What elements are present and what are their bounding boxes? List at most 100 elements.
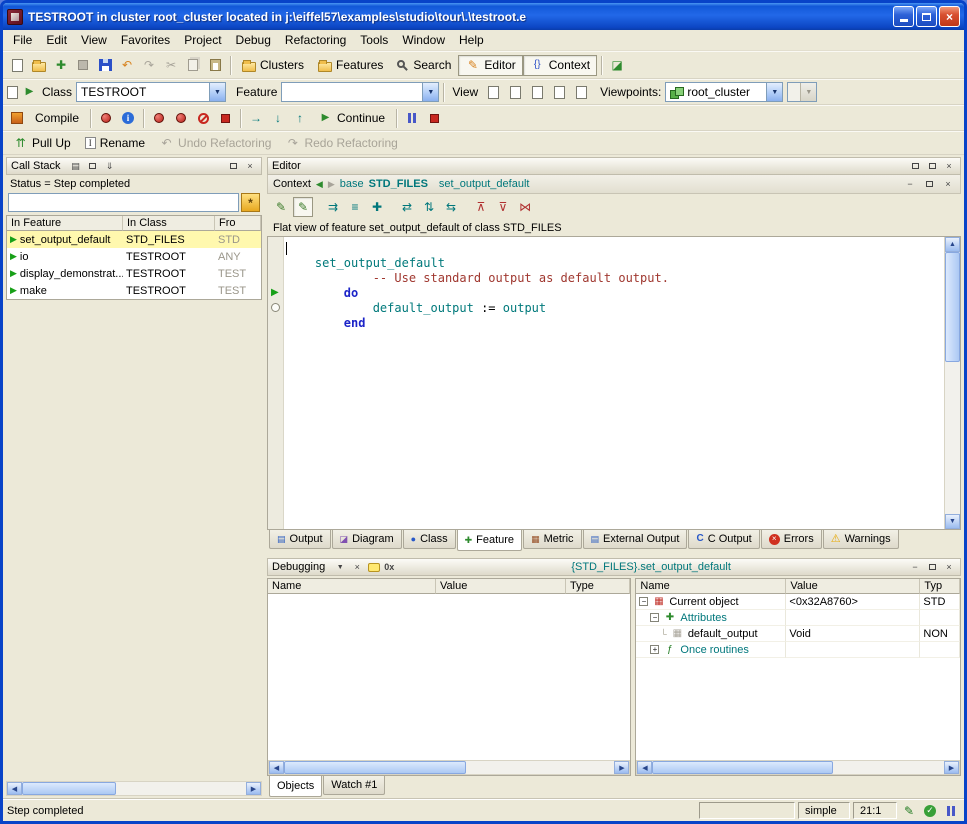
scroll-down-icon[interactable]: ▼ [945,514,960,529]
edit-flat-button[interactable]: ✎ [293,197,313,217]
melt-button[interactable] [6,108,28,129]
maximize-panel-icon[interactable] [925,160,939,173]
tab-output[interactable]: ▤Output [269,530,331,549]
scrollbar-track[interactable] [22,782,246,795]
breadcrumb-base[interactable]: base [340,178,364,190]
float-panel-icon[interactable] [86,160,100,173]
minimize-panel-icon[interactable]: − [908,561,922,574]
scrollbar-track[interactable] [284,761,614,774]
debug-run-button[interactable] [148,108,170,129]
minimize-button[interactable] [893,6,914,27]
menu-tools[interactable]: Tools [353,31,395,49]
save-call-stack-icon[interactable]: ▤ [69,160,83,173]
history-forward-icon[interactable]: ▶ [328,179,335,190]
undo-refactoring-button[interactable]: ↶ Undo Refactoring [152,133,278,154]
objects-hscrollbar[interactable]: ◀ ▶ [636,760,960,775]
tab-feature[interactable]: ✚Feature [457,530,522,551]
tree-row[interactable]: └▦default_output Void NON [636,626,960,642]
maximize-panel-icon[interactable] [922,178,936,191]
scroll-right-icon[interactable]: ▶ [246,782,261,795]
features-button[interactable]: Features [311,55,390,76]
menu-help[interactable]: Help [452,31,491,49]
scrollbar-thumb[interactable] [945,252,960,362]
table-row[interactable]: ▶io TESTROOT ANY [7,248,261,265]
breadcrumb-class[interactable]: STD_FILES [369,178,428,190]
tab-class[interactable]: ●Class [403,530,456,549]
context-toggle-button[interactable]: {} Context [523,55,597,76]
tab-c-output[interactable]: CC Output [688,530,759,549]
breakpoint-button[interactable] [214,108,236,129]
clusters-button[interactable]: Clusters [235,55,311,76]
editor-gutter[interactable]: ▶ [268,237,284,529]
contract-view-button[interactable]: ≡ [345,197,365,217]
table-row[interactable]: ▶set_output_default STD_FILES STD [7,231,261,248]
tab-metric[interactable]: ▦Metric [523,530,581,549]
view-contract-button[interactable] [548,82,570,103]
scroll-left-icon[interactable]: ◀ [269,761,284,774]
view-editor-button[interactable] [482,82,504,103]
step-into-button[interactable]: ↓ [267,108,289,129]
pause-button[interactable] [401,108,423,129]
viewpoints-combo[interactable]: root_cluster ▼ [665,82,783,102]
descendants-button[interactable]: ⇅ [419,197,439,217]
tree-row[interactable]: −✚Attributes [636,610,960,626]
minimize-panel-icon[interactable]: − [903,178,917,191]
save-button[interactable] [94,55,116,76]
scroll-left-icon[interactable]: ◀ [7,782,22,795]
pull-up-button[interactable]: ⇈ Pull Up [6,133,78,154]
column-header[interactable]: Fro [215,216,261,231]
redo-refactoring-button[interactable]: ↷ Redo Refactoring [278,133,404,154]
scrollbar-track[interactable] [945,252,960,514]
chevron-down-icon[interactable]: ▼ [209,83,225,101]
column-header[interactable]: Type [566,579,630,594]
tab-watch-1[interactable]: Watch #1 [323,776,385,795]
menu-debug[interactable]: Debug [229,31,278,49]
scroll-up-icon[interactable]: ▲ [945,237,960,252]
cut-button[interactable]: ✂ [160,55,182,76]
chevron-down-icon[interactable]: ▼ [422,83,438,101]
edit-state-button[interactable]: ✎ [900,802,918,819]
hex-toggle-button[interactable]: 0x [384,561,394,574]
watch-hscrollbar[interactable]: ◀ ▶ [268,760,630,775]
stack-options-button[interactable]: * [241,193,260,212]
tab-objects[interactable]: Objects [269,776,322,797]
watch-table-body[interactable] [268,594,630,760]
maximize-panel-icon[interactable] [925,561,939,574]
float-panel-icon[interactable] [908,160,922,173]
continue-button[interactable]: ▶ Continue [311,108,392,129]
ignore-breakpoints-button[interactable] [192,108,214,129]
view-new-tab-button[interactable] [504,82,526,103]
close-button[interactable]: × [939,6,960,27]
column-header[interactable]: In Class [123,216,215,231]
callers-button[interactable]: ⊼ [471,197,491,217]
maximize-panel-icon[interactable] [226,160,240,173]
clear-debug-icon[interactable]: × [350,561,364,574]
flat-view-button[interactable]: ✚ [367,197,387,217]
send-to-editor-button[interactable]: ▶ [6,82,38,103]
column-header[interactable]: Typ [920,579,960,594]
tree-row[interactable]: −▦Current object <0x32A8760> STD [636,594,960,610]
call-stack-filter-input[interactable] [8,193,239,212]
view-flat-button[interactable] [526,82,548,103]
class-combo[interactable]: TESTROOT ▼ [76,82,226,102]
scrollbar-thumb[interactable] [652,761,833,774]
redo-button[interactable]: ↷ [138,55,160,76]
breadcrumb-feature[interactable]: set_output_default [439,178,530,190]
compile-state-button[interactable]: ✓ [921,802,939,819]
restore-button[interactable] [916,6,937,27]
scroll-right-icon[interactable]: ▶ [944,761,959,774]
menu-view[interactable]: View [74,31,114,49]
open-button[interactable] [28,55,50,76]
add-button[interactable]: ✚ [50,55,72,76]
system-info-button[interactable]: i [117,108,139,129]
tab-diagram[interactable]: ◪Diagram [332,530,402,549]
save-all-button[interactable] [72,55,94,76]
diagram-tool-button[interactable]: ◪ [606,55,628,76]
scroll-left-icon[interactable]: ◀ [637,761,652,774]
feature-combo[interactable]: ▼ [281,82,439,102]
rename-button[interactable]: I Rename [78,133,152,154]
menu-file[interactable]: File [6,31,39,49]
code-editor[interactable]: set_output_default -- Use standard outpu… [284,237,944,529]
debug-query-button[interactable] [95,108,117,129]
view-interface-button[interactable] [570,82,592,103]
